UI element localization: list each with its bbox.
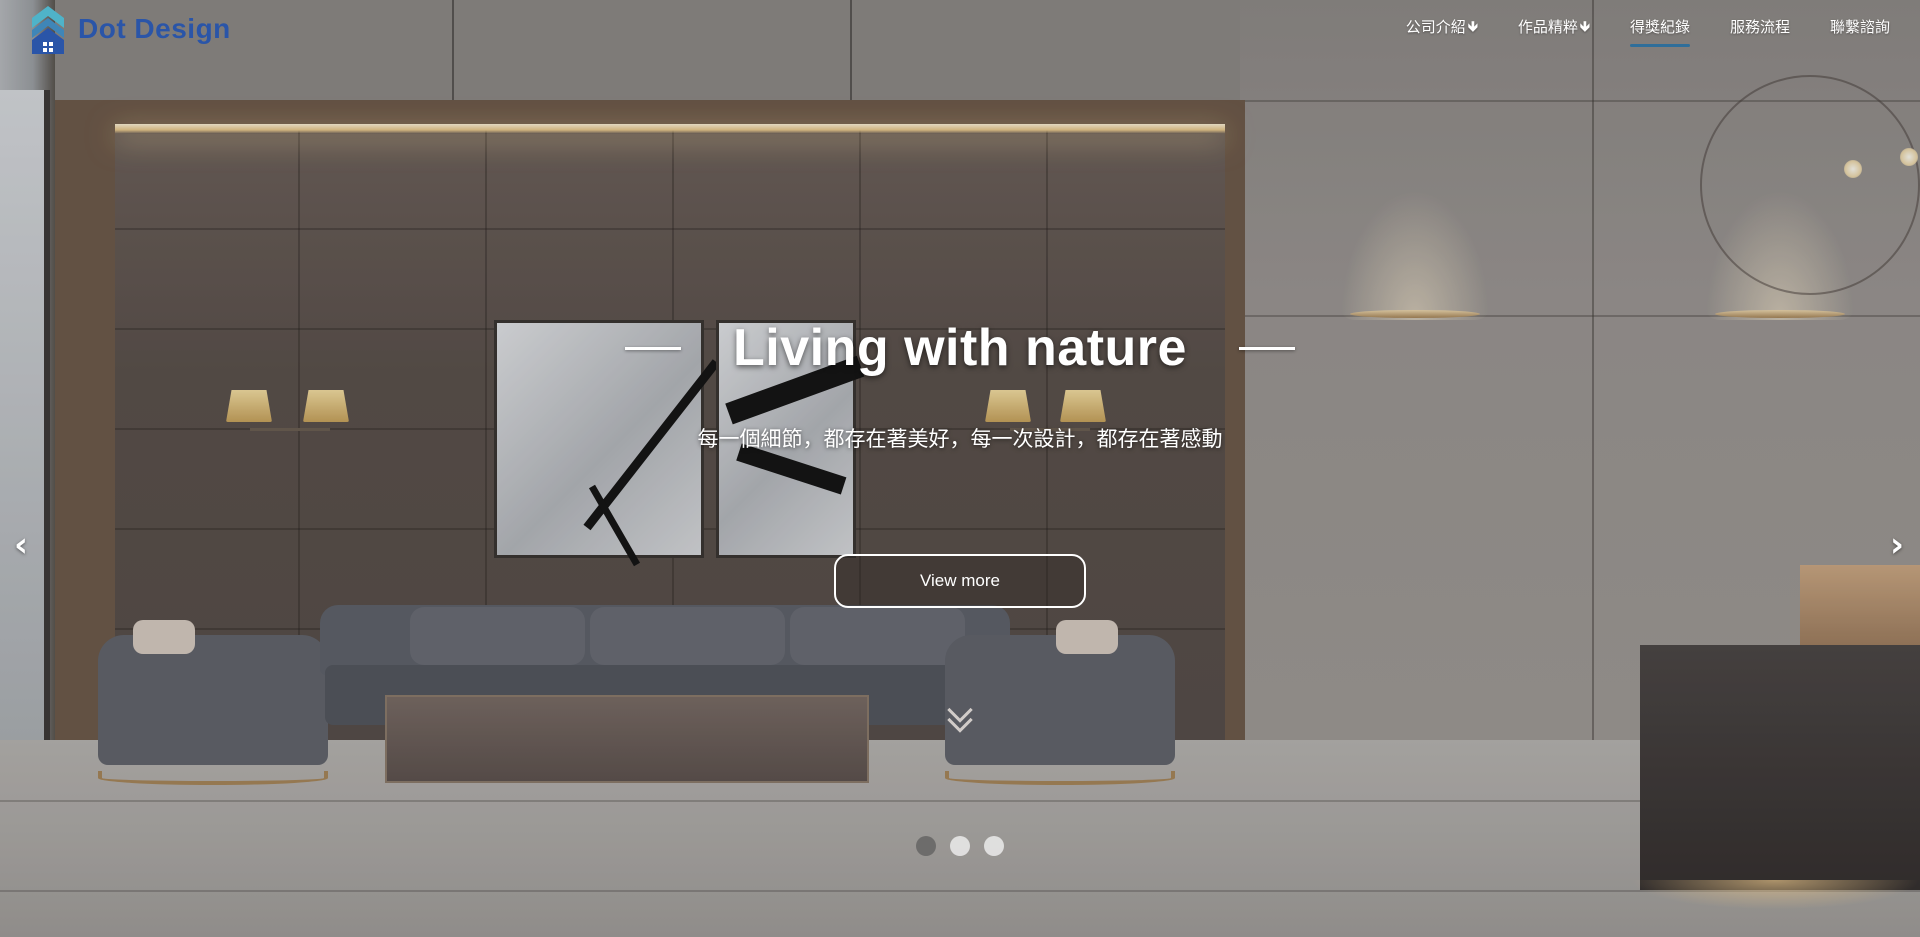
carousel-indicators xyxy=(0,836,1920,856)
carousel-dot-3[interactable] xyxy=(984,836,1004,856)
hero-subtitle: 每一個細節，都存在著美好，每一次設計，都存在著感動 xyxy=(697,427,1223,451)
carousel-dot-1[interactable] xyxy=(916,836,936,856)
carousel-dot-2[interactable] xyxy=(950,836,970,856)
carousel-next-arrow[interactable]: › xyxy=(1890,528,1904,562)
title-dash-right xyxy=(1238,346,1295,350)
hero-carousel: Living with nature 每一個細節，都存在著美好，每一次設計，都存… xyxy=(0,0,1920,937)
carousel-prev-arrow[interactable]: ‹ xyxy=(14,528,28,562)
hero-title: Living with nature xyxy=(733,319,1187,377)
view-more-button[interactable]: View more xyxy=(834,554,1086,608)
double-chevron-down-icon[interactable] xyxy=(947,697,973,733)
hero-title-row: Living with nature xyxy=(0,318,1920,378)
title-dash-left xyxy=(625,346,682,350)
